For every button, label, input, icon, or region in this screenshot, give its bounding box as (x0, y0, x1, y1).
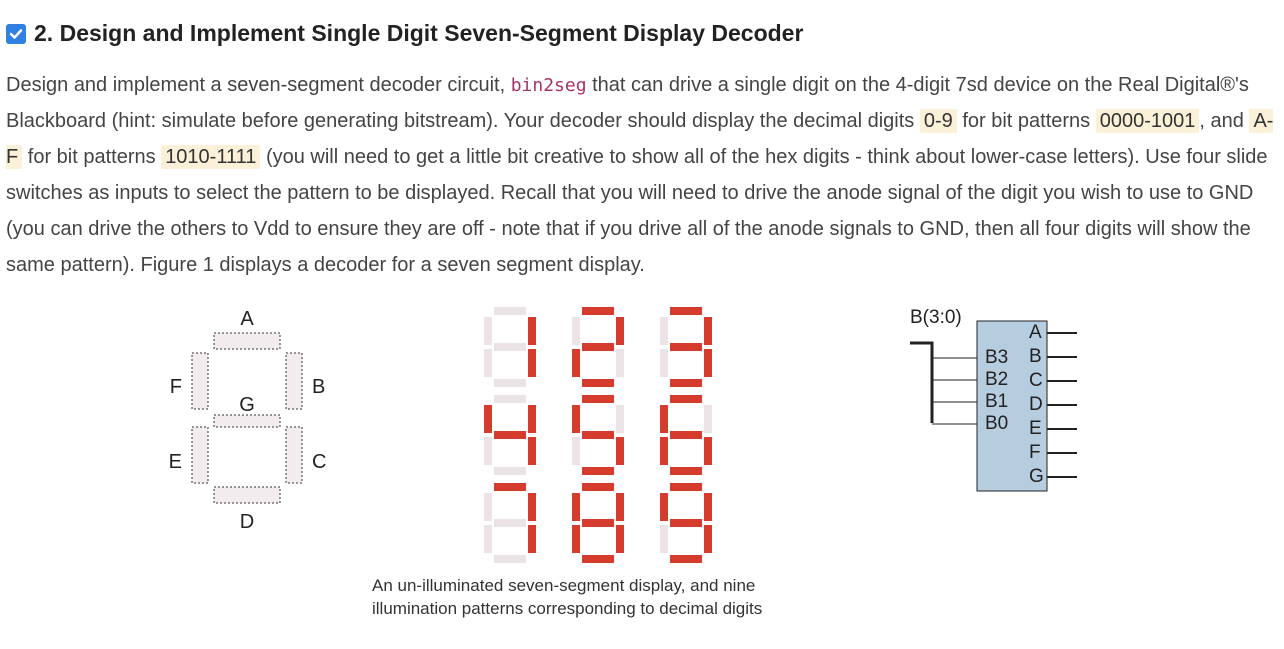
digit-1 (484, 307, 536, 387)
digit-5 (572, 395, 624, 475)
grid-caption: An un-illuminated seven-segment display,… (372, 575, 832, 621)
section-heading: 2. Design and Implement Single Digit Sev… (6, 20, 1278, 47)
input-B3: B3 (985, 347, 1008, 368)
figure-decoder-block: B(3:0) B3B2B1B0 ABCDEFG (872, 303, 1122, 513)
input-B1: B1 (985, 391, 1008, 412)
seg-label-F: F (170, 376, 182, 398)
seg-label-C: C (312, 451, 326, 473)
seg-label-A: A (240, 308, 254, 330)
body-text: for bit patterns (957, 110, 1096, 132)
output-label-G: G (1029, 466, 1044, 487)
output-label-A: A (1029, 322, 1042, 343)
seg-label-D: D (240, 511, 254, 533)
body-paragraph: Design and implement a seven-segment dec… (6, 67, 1278, 283)
digit-4 (484, 395, 536, 475)
highlight-digits: 0-9 (920, 109, 957, 133)
seg-label-G: G (239, 394, 255, 416)
output-label-E: E (1029, 418, 1042, 439)
figure-digit-grid: An un-illuminated seven-segment display,… (372, 303, 832, 621)
input-B2: B2 (985, 369, 1008, 390)
digit-6 (660, 395, 712, 475)
digit-2 (572, 307, 624, 387)
body-text: for bit patterns (22, 146, 161, 168)
digit-9 (660, 483, 712, 563)
seg-label-B: B (312, 376, 325, 398)
digit-7 (484, 483, 536, 563)
body-text: , and (1199, 110, 1249, 132)
section-title: Design and Implement Single Digit Seven-… (60, 20, 804, 46)
body-text: Design and implement a seven-segment dec… (6, 74, 511, 96)
checkbox-icon (6, 24, 26, 44)
digit-8 (572, 483, 624, 563)
section-number: 2. (34, 20, 53, 46)
output-label-F: F (1029, 442, 1041, 463)
output-label-D: D (1029, 394, 1043, 415)
inline-code: bin2seg (511, 75, 587, 96)
output-label-B: B (1029, 346, 1042, 367)
figure-labeled-7seg: A B C D E F G (162, 303, 332, 533)
highlight-bits1: 0000-1001 (1096, 109, 1200, 133)
highlight-bits2: 1010-1111 (161, 145, 260, 169)
bus-label: B(3:0) (910, 307, 962, 328)
output-label-C: C (1029, 370, 1043, 391)
input-B0: B0 (985, 413, 1008, 434)
seg-label-E: E (169, 451, 182, 473)
digit-3 (660, 307, 712, 387)
